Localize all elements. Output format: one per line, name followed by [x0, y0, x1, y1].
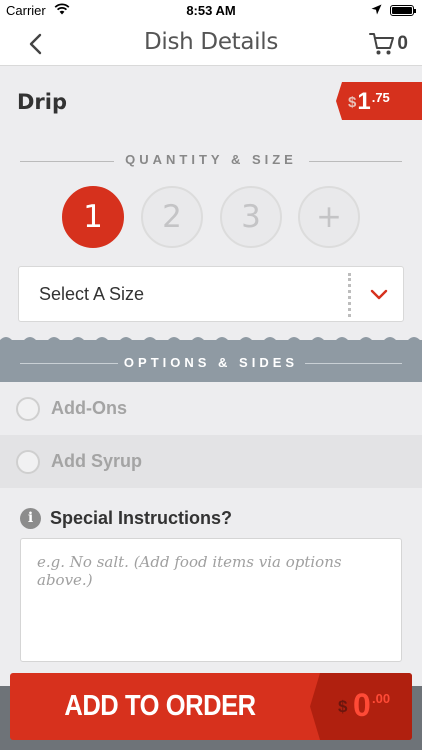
status-bar: Carrier 8:53 AM — [0, 0, 422, 22]
cart-button[interactable]: 0 — [369, 30, 408, 58]
order-total: $ 0 .00 — [310, 673, 412, 740]
quantity-3-button[interactable]: 3 — [220, 186, 282, 248]
special-instructions-label: Special Instructions? — [50, 508, 233, 528]
divider-line — [305, 363, 402, 364]
special-instructions-input[interactable]: e.g. No salt. (Add food items via option… — [20, 538, 402, 662]
add-to-order-label: ADD TO ORDER — [64, 690, 256, 722]
chevron-down-icon — [370, 289, 388, 300]
select-separator — [348, 273, 351, 317]
price-dollars: 1 — [357, 88, 371, 115]
quantity-more-button[interactable]: + — [298, 186, 360, 248]
price-tag: $ 1 .75 — [336, 82, 422, 120]
location-arrow-icon — [371, 3, 382, 18]
option-add-syrup[interactable]: Add Syrup — [0, 435, 422, 488]
order-total-cents: .00 — [372, 691, 391, 706]
size-select-value: Select A Size — [39, 284, 145, 304]
wave-edge — [0, 337, 422, 342]
cart-icon — [369, 33, 395, 55]
divider-line — [309, 161, 402, 162]
info-icon: i — [20, 508, 41, 529]
radio-button[interactable] — [16, 450, 40, 474]
dish-name: Drip — [17, 90, 68, 114]
option-label: Add Syrup — [51, 451, 143, 471]
quantity-size-header: QUANTITY & SIZE — [20, 152, 402, 172]
quantity-selector: 1 2 3 + — [0, 186, 422, 250]
order-total-dollars: 0 — [353, 687, 371, 723]
add-to-order-button[interactable]: ADD TO ORDER $ 0 .00 — [10, 673, 412, 740]
price-cents: .75 — [371, 90, 390, 105]
quantity-size-label: QUANTITY & SIZE — [125, 152, 297, 167]
quantity-2-button[interactable]: 2 — [141, 186, 203, 248]
price-currency: $ — [348, 94, 357, 111]
options-sides-header: OPTIONS & SIDES — [0, 337, 422, 382]
clock: 8:53 AM — [186, 3, 236, 18]
order-total-currency: $ — [338, 697, 348, 716]
radio-button[interactable] — [16, 397, 40, 421]
battery-icon — [390, 5, 416, 16]
option-add-ons[interactable]: Add-Ons — [0, 382, 422, 435]
size-select[interactable]: Select A Size — [18, 266, 404, 322]
quantity-1-button[interactable]: 1 — [62, 186, 124, 248]
option-label: Add-Ons — [51, 398, 127, 418]
nav-bar: Dish Details 0 — [0, 22, 422, 66]
page-title: Dish Details — [143, 29, 279, 55]
cart-count: 0 — [397, 33, 408, 54]
